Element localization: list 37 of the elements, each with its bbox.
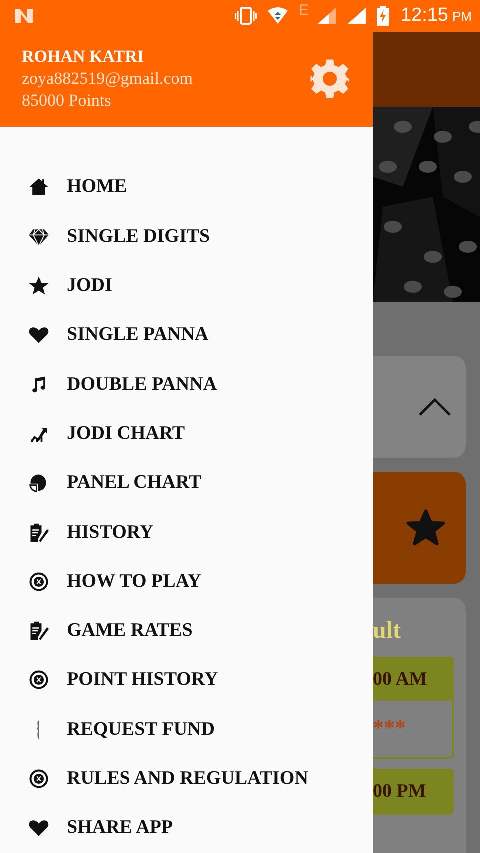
menu-item[interactable]: SINGLE PANNA: [0, 310, 373, 360]
result-time: 00 PM: [373, 771, 452, 813]
squiggle-icon: [36, 720, 42, 740]
menu-item[interactable]: DOUBLE PANNA: [0, 360, 373, 410]
vibrate-icon: [234, 7, 257, 25]
clipboard-icon: [28, 620, 50, 642]
points-balance: 85000 Points: [22, 91, 112, 112]
menu-item[interactable]: PANEL CHART: [0, 458, 373, 508]
signal-icon: [316, 7, 337, 25]
menu-item[interactable]: RULES AND REGULATION: [0, 754, 373, 804]
clock-period: PM: [452, 8, 472, 24]
signal-icon: [346, 7, 367, 25]
menu-item[interactable]: REQUEST FUND: [0, 705, 373, 754]
wifi-icon: [266, 7, 289, 25]
star-icon: [28, 275, 50, 298]
menu-item[interactable]: HISTORY: [0, 508, 373, 558]
network-type: E: [298, 2, 309, 19]
menu-item[interactable]: HOME: [0, 162, 373, 212]
result-time: 00 AM: [373, 659, 452, 701]
user-name: ROHAN KATRI: [22, 47, 145, 68]
menu-item[interactable]: JODI: [0, 261, 373, 311]
star-icon: [406, 508, 446, 548]
menu-item[interactable]: SINGLE DIGITS: [0, 212, 373, 262]
clipboard-icon: [28, 522, 50, 544]
menu-item[interactable]: HOW TO PLAY: [0, 557, 373, 607]
menu-item[interactable]: GAME RATES: [0, 606, 373, 656]
user-email: zoya882519@gmail.com: [22, 69, 194, 90]
home-icon: [28, 176, 50, 198]
chevron-up-icon[interactable]: [418, 397, 452, 417]
battery-charging-icon: [376, 6, 389, 26]
clock-time: 12:15: [400, 5, 448, 27]
results-title: ult: [373, 617, 402, 646]
notification-icon: [14, 8, 34, 24]
menu-item[interactable]: JODI CHART: [0, 409, 373, 459]
result-value: ***: [373, 714, 407, 742]
menu-item[interactable]: POINT HISTORY: [0, 656, 373, 706]
menu-item[interactable]: SHARE APP: [0, 804, 373, 853]
